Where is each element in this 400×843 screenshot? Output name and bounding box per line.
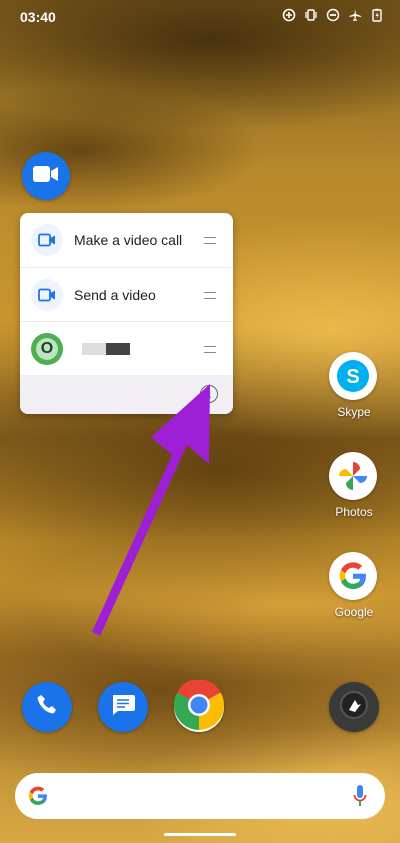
google-search-bar[interactable]: [15, 773, 385, 819]
svg-text:S: S: [346, 366, 359, 388]
shortcut-contact[interactable]: O: [20, 321, 233, 376]
data-saver-icon: [282, 8, 296, 22]
drag-handle-icon[interactable]: [204, 291, 216, 299]
shortcut-label: Send a video: [74, 287, 156, 303]
photos-pinwheel-icon: [329, 452, 377, 500]
app-label: Skype: [337, 405, 371, 419]
app-label: Photos: [335, 505, 373, 519]
status-bar: 03:40: [0, 0, 400, 34]
google-g-icon: [329, 552, 377, 600]
unknown-app[interactable]: [329, 682, 379, 732]
messages-icon: [110, 693, 136, 722]
navigation-handle[interactable]: [164, 833, 236, 836]
duo-app-icon[interactable]: [22, 152, 70, 200]
skype-icon: S: [329, 352, 377, 400]
phone-app[interactable]: [22, 682, 72, 732]
info-icon[interactable]: i: [200, 385, 218, 403]
messages-app[interactable]: [98, 682, 148, 732]
drag-handle-icon[interactable]: [204, 236, 216, 244]
vibrate-icon: [304, 8, 318, 22]
status-time: 03:40: [20, 9, 56, 25]
shortcut-send-video[interactable]: Send a video: [20, 267, 233, 322]
drag-handle-icon[interactable]: [204, 345, 216, 353]
airplane-icon: [348, 8, 362, 22]
chrome-icon: [173, 678, 225, 735]
avatar-letter: O: [36, 338, 58, 360]
chrome-app[interactable]: [173, 678, 225, 735]
photos-app[interactable]: Photos: [329, 452, 379, 519]
video-camera-icon: [33, 165, 59, 188]
battery-charging-icon: [370, 8, 384, 22]
app-shortcut-menu: Make a video call Send a video O i: [20, 213, 233, 414]
microphone-icon[interactable]: [353, 785, 367, 812]
shortcut-label: Make a video call: [74, 232, 183, 248]
video-camera-icon: [31, 224, 63, 256]
shortcut-make-video-call[interactable]: Make a video call: [20, 213, 233, 267]
app-icon: [339, 690, 369, 725]
google-g-icon[interactable]: [27, 785, 49, 812]
video-camera-icon: [31, 279, 63, 311]
contact-avatar: O: [31, 333, 63, 365]
google-app[interactable]: Google: [329, 552, 379, 619]
redacted-contact-name: [82, 343, 130, 355]
shortcut-menu-footer: i: [20, 375, 233, 414]
phone-icon: [35, 693, 59, 722]
do-not-disturb-icon: [326, 8, 340, 22]
app-label: Google: [334, 605, 374, 619]
skype-app[interactable]: S Skype: [329, 352, 379, 419]
